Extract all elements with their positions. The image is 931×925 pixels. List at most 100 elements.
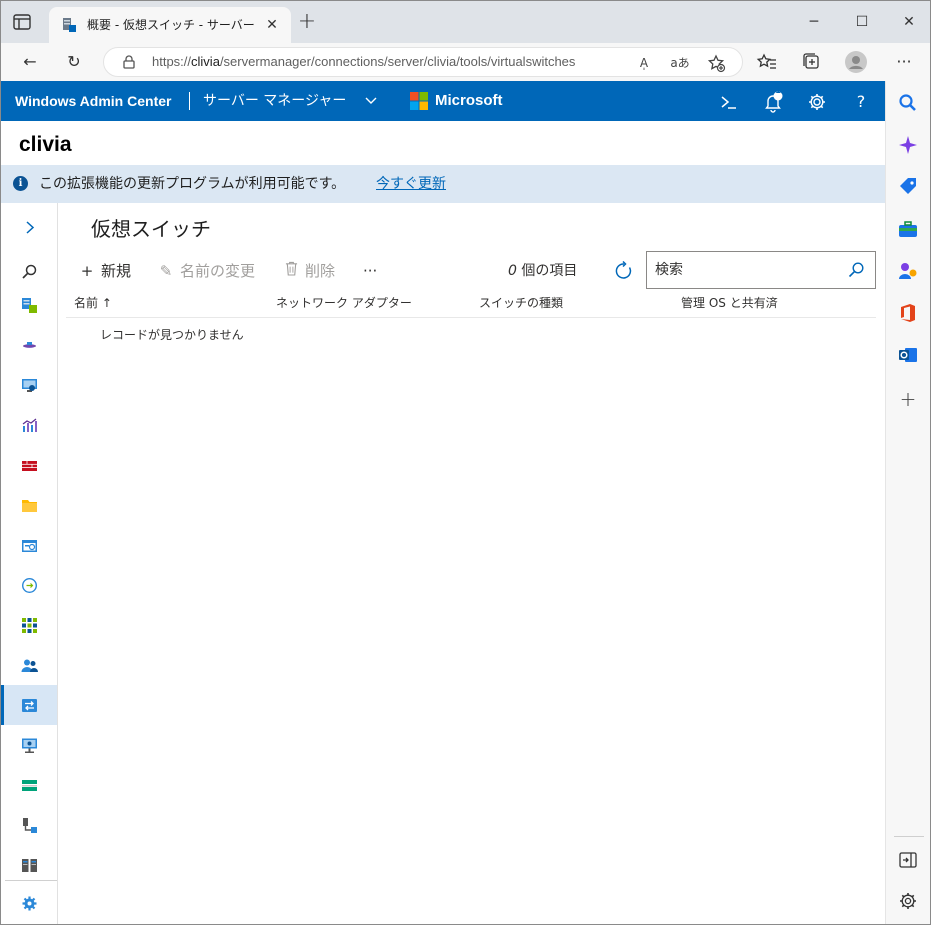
url-text: https://clivia/servermanager/connections…: [152, 54, 575, 70]
storage-icon: [22, 780, 37, 791]
update-now-link[interactable]: 今すぐ更新: [376, 175, 446, 193]
copilot-sparkle-icon[interactable]: [898, 135, 918, 155]
nav-remote-desktop[interactable]: [1, 365, 57, 405]
column-network-adapter[interactable]: ネットワーク アダプター: [276, 295, 412, 311]
translate-icon[interactable]: aあ: [670, 53, 690, 73]
notification-badge: 1: [775, 86, 781, 95]
browser-tab[interactable]: 概要 - 仮想スイッチ - サーバー マネージャー ✕: [49, 7, 291, 43]
nav-apps[interactable]: [1, 605, 57, 645]
trash-icon: [282, 261, 300, 281]
search-icon[interactable]: [847, 261, 865, 279]
add-favorite-icon[interactable]: [706, 53, 726, 73]
tools-briefcase-icon[interactable]: [898, 219, 918, 239]
search-icon: [22, 264, 37, 279]
add-sidebar-app-icon[interactable]: +: [898, 389, 918, 409]
nav-virtual-switch[interactable]: [1, 685, 57, 725]
hide-sidebar-icon[interactable]: [898, 850, 918, 870]
tool-navigation: [1, 203, 58, 924]
minimize-icon[interactable]: ─: [802, 11, 826, 33]
nav-settings[interactable]: [1, 883, 57, 923]
wac-title[interactable]: Windows Admin Center: [15, 92, 171, 110]
maximize-icon[interactable]: ☐: [850, 11, 874, 33]
url-host: clivia: [191, 54, 220, 69]
powershell-icon[interactable]: [718, 91, 740, 113]
item-count-label: 個の項目: [516, 263, 578, 279]
nav-overview[interactable]: [1, 285, 57, 325]
virtual-switch-icon: [22, 699, 37, 712]
nav-storage[interactable]: [1, 765, 57, 805]
plus-icon: +: [80, 262, 94, 280]
delete-button-label: 削除: [305, 262, 336, 280]
tab-close-icon[interactable]: ✕: [263, 16, 281, 34]
more-commands-button[interactable]: ···: [363, 261, 377, 281]
tab-actions-icon[interactable]: [13, 14, 31, 30]
url-path: /servermanager/connections/server/clivia…: [219, 54, 576, 69]
games-icon[interactable]: [898, 261, 918, 281]
item-count-number: 0: [508, 263, 517, 279]
new-button[interactable]: + 新規: [78, 261, 131, 281]
title-bar: 概要 - 仮想スイッチ - サーバー マネージャー ✕ + ─ ☐ ✕: [1, 1, 930, 43]
nav-firewall[interactable]: [1, 445, 57, 485]
address-bar[interactable]: https://clivia/servermanager/connections…: [103, 47, 743, 77]
notifications-icon[interactable]: 1: [762, 86, 784, 113]
microsoft-brand: Microsoft: [435, 92, 503, 109]
more-menu-icon[interactable]: ···: [892, 50, 916, 74]
outlook-icon[interactable]: [898, 345, 918, 365]
nav-virtual-machines[interactable]: [1, 725, 57, 765]
nav-connections[interactable]: [1, 565, 57, 605]
refresh-icon[interactable]: [614, 261, 634, 281]
chevron-down-icon[interactable]: [365, 94, 377, 106]
tool-content: 仮想スイッチ + 新規 ✎ 名前の変更 削除 ··· 0 個の項目 検索 名前 ↑ …: [58, 203, 885, 924]
nav-performance[interactable]: [1, 405, 57, 445]
update-infobar: i この拡張機能の更新プログラムが利用可能です。 今すぐ更新: [1, 165, 885, 203]
nav-expand[interactable]: [1, 207, 57, 247]
profile-avatar-icon[interactable]: [844, 50, 868, 74]
page-title: 仮想スイッチ: [91, 217, 211, 241]
column-name-sorted[interactable]: 名前 ↑: [74, 295, 112, 311]
address-toolbar: ← ↻ https://clivia/servermanager/connect…: [1, 43, 930, 81]
back-icon[interactable]: ←: [18, 50, 42, 74]
nav-network[interactable]: [1, 325, 57, 365]
new-button-label: 新規: [101, 262, 132, 280]
browser-window: 概要 - 仮想スイッチ - サーバー マネージャー ✕ + ─ ☐ ✕ ← ↻ …: [0, 0, 931, 925]
reload-icon[interactable]: ↻: [62, 50, 86, 74]
delete-button[interactable]: 削除: [282, 261, 335, 281]
firewall-icon: [22, 461, 37, 471]
search-placeholder: 検索: [655, 262, 683, 278]
nav-servers[interactable]: [1, 845, 57, 885]
help-icon[interactable]: ?: [850, 91, 872, 113]
new-tab-icon[interactable]: +: [297, 11, 317, 33]
servers-icon: [22, 859, 37, 872]
sidebar-settings-icon[interactable]: [898, 891, 918, 911]
connections-icon: [21, 577, 38, 594]
column-switch-type[interactable]: スイッチの種類: [479, 295, 563, 311]
info-icon: i: [13, 176, 28, 191]
virtual-machines-icon: [22, 738, 37, 753]
nav-users[interactable]: [1, 645, 57, 685]
office-icon[interactable]: [898, 303, 918, 323]
lock-icon[interactable]: [122, 55, 136, 69]
settings-gear-icon[interactable]: [806, 91, 828, 113]
edge-search-icon[interactable]: [898, 93, 918, 113]
remote-desktop-icon: [22, 379, 37, 392]
nav-events[interactable]: [1, 525, 57, 565]
devices-icon: [23, 818, 37, 833]
apps-icon: [22, 618, 37, 633]
close-window-icon[interactable]: ✕: [897, 11, 921, 33]
expand-chevron-icon: [26, 221, 35, 234]
events-icon: [22, 540, 37, 552]
column-shared-with-management-os[interactable]: 管理 OS と共有済: [681, 295, 778, 311]
collections-icon[interactable]: [799, 50, 823, 74]
edge-sidebar: +: [885, 81, 930, 924]
search-input[interactable]: 検索: [646, 251, 876, 289]
nav-devices[interactable]: [1, 805, 57, 845]
rename-button[interactable]: ✎ 名前の変更: [157, 261, 255, 281]
read-aloud-icon[interactable]: A̩: [634, 53, 654, 73]
favorites-icon[interactable]: [755, 50, 779, 74]
shopping-tag-icon[interactable]: [898, 177, 918, 197]
wac-header: Windows Admin Center サーバー マネージャー Microso…: [1, 81, 885, 121]
app-switcher[interactable]: サーバー マネージャー: [203, 92, 346, 110]
nav-files[interactable]: [1, 485, 57, 525]
table-header-divider: [66, 317, 876, 318]
edge-sidebar-divider: [894, 836, 924, 837]
